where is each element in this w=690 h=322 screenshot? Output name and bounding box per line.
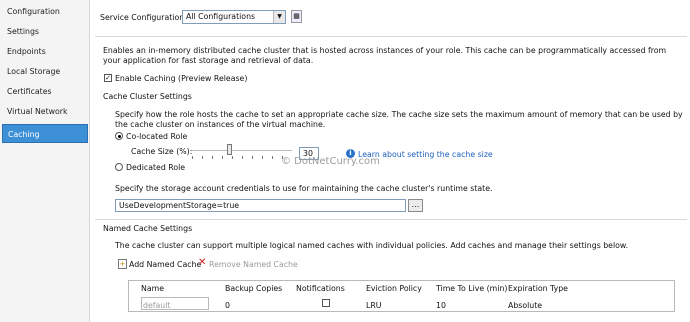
info-icon: i xyxy=(346,149,355,158)
cache-size-slider-track[interactable] xyxy=(192,150,292,152)
cache-size-slider-thumb[interactable] xyxy=(227,144,232,155)
storage-description: Specify the storage account credentials … xyxy=(115,184,493,193)
column-header: Backup Copies xyxy=(225,284,283,293)
sidebar-item-certificates[interactable]: Certificates xyxy=(2,82,88,101)
notifications-checkbox[interactable] xyxy=(322,299,330,307)
configuration-manager-icon[interactable]: ▦ xyxy=(291,10,302,23)
backup-copies-cell[interactable]: 0 xyxy=(225,301,230,310)
named-cache-grid: Name Backup Copies Notifications Evictio… xyxy=(128,280,675,312)
colocated-role-radio[interactable] xyxy=(115,132,123,140)
caching-description: Enables an in-memory distributed cache c… xyxy=(103,46,667,65)
service-config-value: All Configurations xyxy=(186,12,256,21)
sidebar-item-caching[interactable]: Caching xyxy=(2,124,88,143)
cluster-description: Specify how the role hosts the cache to … xyxy=(115,110,683,129)
sidebar-item-local-storage[interactable]: Local Storage xyxy=(2,62,88,81)
caching-panel: Service Configuration: All Configuration… xyxy=(91,0,690,322)
chevron-down-icon[interactable]: ▼ xyxy=(273,11,285,23)
time-to-live-cell[interactable]: 10 xyxy=(436,301,446,310)
cluster-heading: Cache Cluster Settings xyxy=(103,92,192,101)
divider xyxy=(95,36,687,37)
column-header: Notifications xyxy=(296,284,345,293)
sidebar: Configuration Settings Endpoints Local S… xyxy=(0,0,90,322)
slider-ticks xyxy=(192,156,292,159)
sidebar-item-settings[interactable]: Settings xyxy=(2,22,88,41)
browse-button[interactable]: ... xyxy=(408,199,423,212)
column-header: Expiration Type xyxy=(508,284,568,293)
service-config-select[interactable]: All Configurations ▼ xyxy=(182,10,286,24)
named-cache-heading: Named Cache Settings xyxy=(103,224,193,233)
cache-size-label: Cache Size (%): xyxy=(131,147,193,156)
sidebar-item-virtual-network[interactable]: Virtual Network xyxy=(2,102,88,121)
sidebar-item-configuration[interactable]: Configuration xyxy=(2,2,88,21)
add-cache-icon[interactable]: + xyxy=(118,259,127,269)
named-cache-description: The cache cluster can support multiple l… xyxy=(115,241,629,250)
eviction-policy-cell[interactable]: LRU xyxy=(366,301,381,310)
colocated-role-label: Co-located Role xyxy=(126,132,188,141)
dedicated-role-radio[interactable] xyxy=(115,163,123,171)
remove-named-cache-button[interactable]: Remove Named Cache xyxy=(209,260,298,269)
remove-icon[interactable]: ✕ xyxy=(198,258,206,268)
column-header: Name xyxy=(141,284,165,293)
expiration-type-cell[interactable]: Absolute xyxy=(508,301,542,310)
dedicated-role-label: Dedicated Role xyxy=(126,163,186,172)
column-header: Time To Live (min) xyxy=(436,284,508,293)
sidebar-item-endpoints[interactable]: Endpoints xyxy=(2,42,88,61)
enable-caching-label: Enable Caching (Preview Release) xyxy=(115,74,248,83)
cache-name-cell[interactable]: default xyxy=(143,301,170,310)
divider xyxy=(95,219,687,220)
add-named-cache-button[interactable]: Add Named Cache xyxy=(129,260,201,269)
column-header: Eviction Policy xyxy=(366,284,422,293)
service-config-label: Service Configuration: xyxy=(100,13,187,22)
learn-cache-size-link[interactable]: Learn about setting the cache size xyxy=(358,150,493,159)
storage-connection-input[interactable]: UseDevelopmentStorage=true xyxy=(115,199,406,212)
enable-caching-checkbox[interactable]: ✓ xyxy=(104,74,112,82)
